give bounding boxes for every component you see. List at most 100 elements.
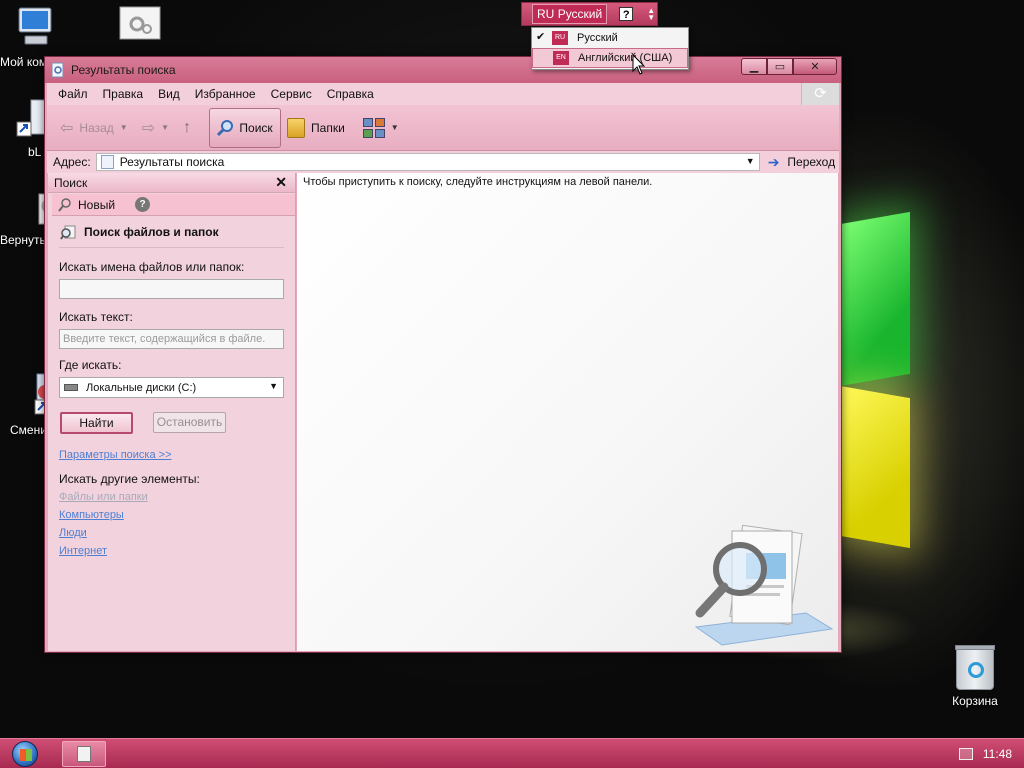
menu-favorites[interactable]: Избранное <box>195 87 256 101</box>
menu-view[interactable]: Вид <box>158 87 180 101</box>
windows-logo-icon <box>12 741 38 767</box>
views-button[interactable]: ▼ <box>362 117 399 138</box>
menu-help[interactable]: Справка <box>327 87 374 101</box>
taskbar: 11:48 <box>0 738 1024 768</box>
back-label: Назад <box>79 120 114 135</box>
filename-label: Искать имена файлов или папок: <box>59 260 245 274</box>
address-bar: Адрес: Результаты поиска ▼ ➔ Переход <box>47 151 839 173</box>
menu-file[interactable]: Файл <box>58 87 88 101</box>
folders-button[interactable]: Папки <box>287 117 345 138</box>
start-button[interactable] <box>6 740 44 768</box>
language-bar: RU Русский ? ▲ ▼ <box>521 2 658 26</box>
go-button[interactable]: ➔ Переход <box>768 154 835 171</box>
minimize-button[interactable]: ▁ <box>741 58 767 75</box>
title-bar[interactable]: Результаты поиска ▁ ▭ ✕ <box>45 57 841 83</box>
search-icon <box>217 119 234 136</box>
language-menu-item-en[interactable]: EN Английский (США) <box>532 48 688 68</box>
search-document-icon <box>51 62 64 78</box>
language-help-icon[interactable]: ? <box>619 7 634 21</box>
language-code: RU <box>537 7 555 21</box>
language-flag-icon: EN <box>553 51 569 65</box>
maximize-button[interactable]: ▭ <box>767 58 793 75</box>
chevron-down-icon: ▼ <box>161 123 170 132</box>
desktop-icon-label: Корзина <box>952 694 998 708</box>
language-menu-item-ru[interactable]: ✔ RU Русский <box>532 28 688 48</box>
menu-edit[interactable]: Правка <box>103 87 144 101</box>
location-value: Локальные диски (C:) <box>86 381 197 394</box>
text-label: Искать текст: <box>59 310 133 324</box>
window-title: Результаты поиска <box>71 63 176 77</box>
address-value: Результаты поиска <box>119 155 225 169</box>
go-arrow-icon: ➔ <box>767 153 780 170</box>
wallpaper-logo-pane <box>840 211 910 387</box>
search-form: Поиск файлов и папок Искать имена файлов… <box>48 216 295 557</box>
advanced-options-link[interactable]: Параметры поиска >> <box>59 449 284 461</box>
chevron-down-icon: ▼ <box>119 123 128 132</box>
search-page-icon <box>100 155 114 169</box>
language-flag-icon: RU <box>552 31 568 45</box>
network-icon[interactable] <box>958 748 973 760</box>
divider <box>59 247 284 248</box>
search-files-icon <box>60 225 76 240</box>
desktop-icon-recycle-bin[interactable]: Корзина <box>940 645 1010 708</box>
recycle-bin-icon <box>955 645 995 690</box>
clock[interactable]: 11:48 <box>983 747 1012 761</box>
language-switch-button[interactable]: RU Русский <box>532 4 608 24</box>
link-internet[interactable]: Интернет <box>59 545 284 557</box>
back-button[interactable]: ⇦ Назад ▼ <box>60 118 128 138</box>
chevron-down-icon: ▼ <box>390 123 399 132</box>
search-toggle-button[interactable]: Поиск <box>209 107 282 148</box>
filename-input[interactable] <box>59 279 284 299</box>
language-menu-label: Русский <box>577 32 618 44</box>
text-input[interactable]: Введите текст, содержащийся в файле. <box>59 329 284 349</box>
refresh-icon[interactable]: ⟳ <box>801 83 839 105</box>
search-section-title: Поиск файлов и папок <box>60 224 284 240</box>
mouse-cursor-icon <box>632 54 646 75</box>
up-arrow-icon: ↑ <box>183 118 192 136</box>
link-files-folders[interactable]: Файлы или папки <box>59 491 284 503</box>
views-icon <box>362 117 385 138</box>
search-results-window: Результаты поиска ▁ ▭ ✕ Файл Правка Вид … <box>44 56 842 653</box>
other-items-label: Искать другие элементы: <box>59 472 200 486</box>
search-document-icon <box>77 746 91 762</box>
address-label: Адрес: <box>53 155 91 169</box>
language-menu: ✔ RU Русский EN Английский (США) <box>531 27 689 70</box>
forward-button[interactable]: ⇨ ▼ <box>142 118 169 138</box>
wallpaper-logo-pane <box>840 385 910 549</box>
search-panel-header: Поиск ✕ <box>48 173 295 193</box>
location-label: Где искать: <box>59 358 122 372</box>
taskbar-search-window[interactable] <box>62 741 106 767</box>
address-field[interactable]: Результаты поиска ▼ <box>95 153 760 171</box>
computer-icon <box>18 7 52 45</box>
system-tray: 11:48 <box>958 739 1012 768</box>
results-hint: Чтобы приступить к поиску, следуйте инст… <box>303 176 653 188</box>
location-select[interactable]: Локальные диски (C:) ▼ <box>59 377 284 398</box>
chevron-down-icon: ▼ <box>269 381 278 391</box>
link-computers[interactable]: Компьютеры <box>59 509 284 521</box>
desktop-icon-settings[interactable] <box>105 6 175 43</box>
results-pane: Чтобы приступить к поиску, следуйте инст… <box>297 173 838 651</box>
search-toggle-label: Поиск <box>239 120 273 135</box>
search-panel: Поиск ✕ Новый ? Поиск файлов и папок Иск… <box>48 173 296 651</box>
other-items-list: Файлы или папки Компьютеры Люди Интернет <box>59 491 284 557</box>
language-name: Русский <box>557 7 603 21</box>
menu-tools[interactable]: Сервис <box>271 87 312 101</box>
folder-icon <box>287 117 306 138</box>
go-label: Переход <box>787 155 836 169</box>
chevron-down-icon[interactable]: ▼ <box>746 156 755 166</box>
search-icon <box>58 197 71 212</box>
search-panel-title: Поиск <box>54 175 88 190</box>
menu-bar: Файл Правка Вид Избранное Сервис Справка… <box>47 83 839 105</box>
new-search-button[interactable]: Новый <box>78 198 115 212</box>
close-button[interactable]: ✕ <box>793 58 837 75</box>
link-people[interactable]: Люди <box>59 527 284 539</box>
help-icon[interactable]: ? <box>135 197 151 212</box>
search-illustration-icon <box>694 524 834 646</box>
up-button[interactable]: ↑ <box>183 119 191 137</box>
forward-arrow-icon: ⇨ <box>141 119 156 137</box>
stop-button[interactable]: Остановить <box>153 412 226 433</box>
find-button[interactable]: Найти <box>60 412 133 434</box>
close-icon[interactable]: ✕ <box>275 174 287 191</box>
toolbar: ⇦ Назад ▼ ⇨ ▼ ↑ Поиск Папки ▼ <box>47 105 839 151</box>
language-bar-options-icon[interactable]: ▲ ▼ <box>647 7 655 22</box>
